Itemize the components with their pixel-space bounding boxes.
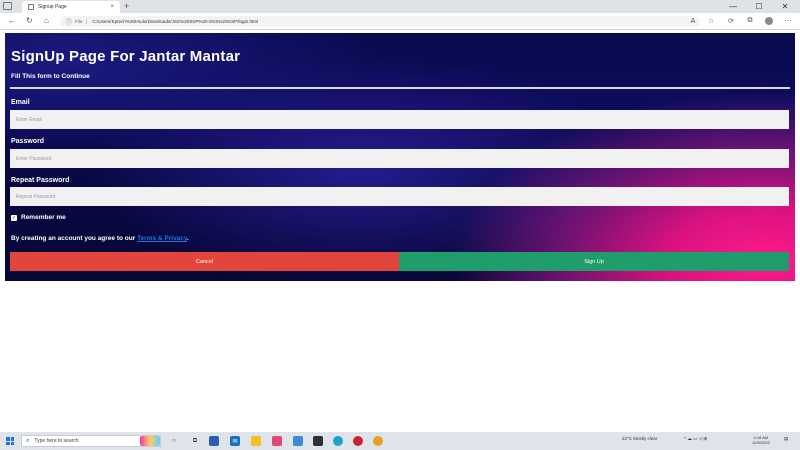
taskbar: ⌕ Type here to search ○ ⧉ ✉ 22°C Mostly … xyxy=(0,432,800,450)
address-bar[interactable]: ⓘ File C:/Users/Kptech%20Irsulo/Download… xyxy=(60,16,700,27)
terms-prefix: By creating an account you agree to our xyxy=(11,235,138,242)
search-icon: ⌕ xyxy=(26,437,30,444)
notifications-icon[interactable]: ▤ xyxy=(784,436,788,442)
page-title: SignUp Page For Jantar Mantar xyxy=(11,48,241,65)
back-icon[interactable]: ← xyxy=(8,15,16,27)
browser-app-icon[interactable] xyxy=(333,436,343,446)
media-app-icon[interactable] xyxy=(353,436,363,446)
browser-toolbar: ← ↻ ⌂ ⓘ File C:/Users/Kptech%20Irsulo/Do… xyxy=(0,13,800,30)
page-subtitle: Fill This form to Continue xyxy=(11,73,90,80)
email-field[interactable] xyxy=(10,110,789,129)
cancel-button[interactable]: Cancel xyxy=(10,252,399,271)
site-info-icon[interactable]: ⓘ xyxy=(66,17,72,26)
clock-date: 12/5/2022 xyxy=(752,440,770,445)
tray-icons[interactable]: ^ ☁ ▭ ◁ ⊞ xyxy=(684,436,707,442)
tab-title: Signup Page xyxy=(38,4,67,10)
remember-label: Remember me xyxy=(21,214,66,221)
search-highlight-icon[interactable] xyxy=(140,436,160,446)
page-favicon-icon xyxy=(28,4,34,10)
store-icon[interactable] xyxy=(272,436,282,446)
profile-avatar[interactable] xyxy=(765,17,773,25)
tab-strip: Signup Page × + — ☐ ✕ xyxy=(0,0,800,13)
terms-text: By creating an account you agree to our … xyxy=(11,235,189,242)
maximize-button[interactable]: ☐ xyxy=(746,0,772,12)
mail-icon[interactable]: ✉ xyxy=(230,436,240,446)
taskbar-clock[interactable]: 4:18 AM 12/5/2022 xyxy=(752,435,770,445)
chrome-icon[interactable] xyxy=(373,436,383,446)
app-icon-1[interactable] xyxy=(209,436,219,446)
home-icon[interactable]: ⌂ xyxy=(44,15,49,27)
more-menu-icon[interactable]: ⋯ xyxy=(783,16,793,26)
start-button[interactable] xyxy=(5,436,15,446)
browser-tab[interactable]: Signup Page × xyxy=(22,1,120,13)
terms-suffix: . xyxy=(187,235,189,242)
password-label: Password xyxy=(11,138,45,145)
task-view-icon[interactable]: ⧉ xyxy=(190,436,200,446)
signup-button[interactable]: Sign Up xyxy=(399,252,789,271)
window-close-button[interactable]: ✕ xyxy=(772,0,798,12)
address-url[interactable]: C:/Users/Kptech%20Irsulo/Downloads/JSS%2… xyxy=(92,19,258,24)
password-field[interactable] xyxy=(10,149,789,168)
address-scheme: File xyxy=(75,19,88,24)
email-label: Email xyxy=(11,99,30,106)
windows-logo-icon xyxy=(6,437,14,445)
favorites-star-icon[interactable]: ☆ xyxy=(706,16,716,26)
edge-browser-icon[interactable] xyxy=(293,436,303,446)
refresh-icon[interactable]: ↻ xyxy=(26,15,33,27)
tab-close-icon[interactable]: × xyxy=(110,4,114,10)
read-aloud-icon[interactable]: A xyxy=(688,16,698,26)
file-explorer-icon[interactable] xyxy=(251,436,261,446)
search-placeholder: Type here to search xyxy=(34,438,79,444)
tab-actions-icon[interactable] xyxy=(3,2,12,10)
weather-widget[interactable]: 22°C Mostly clear xyxy=(622,436,657,441)
vscode-icon[interactable] xyxy=(313,436,323,446)
new-tab-button[interactable]: + xyxy=(124,1,129,12)
repeat-password-field[interactable] xyxy=(10,187,789,206)
collections-icon[interactable]: ⧉ xyxy=(745,16,755,26)
minimize-button[interactable]: — xyxy=(720,0,746,12)
refresh-page-icon[interactable]: ⟳ xyxy=(726,16,736,26)
terms-link[interactable]: Terms & Privacy xyxy=(137,235,187,242)
signup-form-container: SignUp Page For Jantar Mantar Fill This … xyxy=(5,33,795,281)
repeat-password-label: Repeat Password xyxy=(11,177,70,184)
remember-me[interactable]: ✓ Remember me xyxy=(11,214,66,221)
cortana-icon[interactable]: ○ xyxy=(169,436,179,446)
remember-checkbox[interactable]: ✓ xyxy=(11,214,17,221)
divider xyxy=(10,87,790,89)
